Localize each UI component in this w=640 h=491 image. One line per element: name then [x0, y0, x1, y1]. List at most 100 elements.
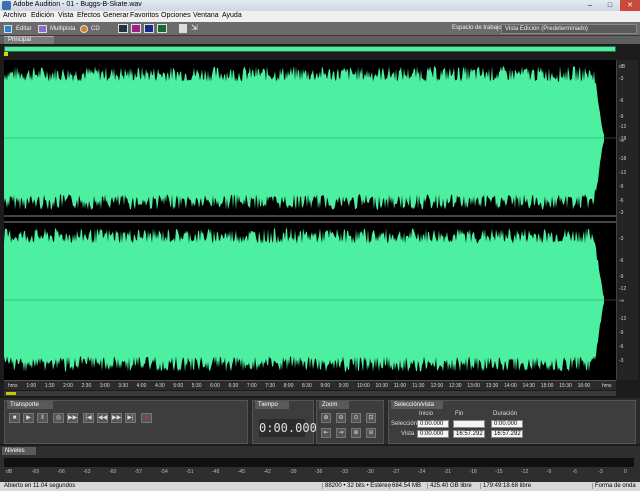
- timeline-tick-label: 8:30: [302, 383, 312, 389]
- level-scale-label: -15: [495, 469, 503, 475]
- menu-edicion[interactable]: Edición: [31, 12, 54, 19]
- selection-view-panel: Selección/vista Inicio Fin Duración Sele…: [388, 400, 636, 444]
- pause-button[interactable]: ‖: [37, 413, 48, 423]
- play-button[interactable]: ▶: [23, 413, 34, 423]
- level-scale-label: -3: [598, 469, 603, 475]
- go-to-end-button[interactable]: ▶|: [125, 413, 136, 423]
- menu-opciones[interactable]: Opciones: [161, 12, 191, 19]
- timeline-tick-label: 7:00: [246, 383, 257, 389]
- level-scale-label: -18: [469, 469, 477, 475]
- play-to-end-button[interactable]: ▶▶: [67, 413, 78, 423]
- timeline-tick-label: 7:30: [265, 383, 275, 389]
- row-view-label: Vista: [401, 431, 415, 437]
- level-meter: [4, 458, 634, 467]
- tab-principal[interactable]: Principal: [4, 36, 54, 44]
- zoom-to-right-edge-icon[interactable]: ⇥: [336, 428, 346, 438]
- app-icon: [2, 1, 11, 10]
- horizontal-scrollbar[interactable]: [4, 391, 616, 396]
- col-start-label: Inicio: [419, 411, 434, 417]
- db-tick: -9: [619, 184, 624, 190]
- menu-generar[interactable]: Generar: [103, 12, 129, 19]
- zoom-in-vertical-icon[interactable]: ⊕: [351, 428, 361, 438]
- zoom-to-left-edge-icon[interactable]: ⇤: [321, 428, 331, 438]
- menu-vista[interactable]: Vista: [58, 12, 73, 19]
- menu-archivo[interactable]: Archivo: [3, 12, 26, 19]
- menu-ayuda[interactable]: Ayuda: [222, 12, 242, 19]
- tab-levels[interactable]: Niveles: [2, 447, 36, 455]
- menu-efectos[interactable]: Efectos: [77, 12, 100, 19]
- status-bar: Abierto en 11.04 segundos 88200 • 32 bit…: [0, 482, 640, 491]
- timeline-tick-label: hms: [602, 383, 612, 389]
- zoom-out-vertical-icon[interactable]: ⊖: [366, 428, 376, 438]
- record-button[interactable]: ●: [141, 413, 152, 423]
- timeline-tick-label: 8:00: [283, 383, 294, 389]
- menu-bar: Archivo Edición Vista Efectos Generar Fa…: [0, 11, 640, 22]
- status-format: 88200 • 32 bits • Estéreo: [322, 483, 391, 489]
- transport-panel: Transporte ■ ▶ ‖ ◎ ▶▶ |◀ ◀◀ ▶▶ ▶| ●: [4, 400, 248, 444]
- phase-view-icon[interactable]: [157, 24, 167, 33]
- multitrack-view-button[interactable]: Multipista: [50, 24, 75, 34]
- selection-end-field[interactable]: [453, 420, 485, 428]
- hybrid-tool-icon[interactable]: ⇲: [191, 24, 201, 33]
- timeline-tick-label: 2:30: [81, 383, 92, 389]
- tab-transport[interactable]: Transporte: [7, 401, 53, 409]
- level-scale-label: -57: [134, 469, 142, 475]
- timeline-ruler[interactable]: hms 1:00 1:30 2:00 2:30 3:00 3:30 4:00 4:30 5:00 5…: [4, 380, 616, 390]
- scrollbar-thumb[interactable]: [6, 392, 16, 395]
- maximize-button[interactable]: □: [600, 0, 620, 11]
- db-tick: -9: [619, 114, 624, 120]
- timeline-tick-label: 14:30: [522, 383, 536, 389]
- zoom-full-icon[interactable]: ⊙: [351, 413, 361, 423]
- zoom-out-horizontal-icon[interactable]: ⊖: [336, 413, 346, 423]
- timeline-tick-label: 5:00: [173, 383, 184, 389]
- tab-zoom[interactable]: Zoom: [319, 401, 349, 409]
- timeline-tick-label: 11:30: [412, 383, 425, 389]
- stop-button[interactable]: ■: [9, 413, 20, 423]
- timeline-tick-label: 12:30: [449, 383, 462, 389]
- go-to-start-button[interactable]: |◀: [83, 413, 94, 423]
- waveform-view-icon[interactable]: [118, 24, 128, 33]
- level-scale-label: -6: [572, 469, 577, 475]
- db-tick: -12: [619, 170, 627, 176]
- play-from-cursor-button[interactable]: ◎: [53, 413, 64, 423]
- time-readout: 0:00.000: [259, 419, 317, 437]
- timeline-tick-label: 3:00: [99, 383, 110, 389]
- menu-ventana[interactable]: Ventana: [193, 12, 219, 19]
- timeline-tick-label: 2:00: [63, 383, 73, 389]
- timeline-tick-label: 15:30: [559, 383, 572, 389]
- view-end-field[interactable]: 16:57.292: [453, 430, 485, 438]
- zoom-in-horizontal-icon[interactable]: ⊕: [321, 413, 331, 423]
- edit-view-button[interactable]: Editar: [16, 24, 32, 34]
- cd-view-button[interactable]: CD: [91, 24, 100, 34]
- zoom-selection-icon[interactable]: ⊡: [366, 413, 376, 423]
- workspace-label: Espacio de trabajo:: [452, 25, 504, 31]
- workspace-select[interactable]: Vista Edición (Predeterminado): [501, 24, 637, 34]
- close-button[interactable]: ✕: [620, 0, 640, 11]
- rewind-button[interactable]: ◀◀: [97, 413, 108, 423]
- db-tick: -3: [619, 76, 624, 82]
- spectral-view-icon[interactable]: [131, 24, 141, 33]
- db-tick: -∞: [619, 138, 625, 144]
- tab-time[interactable]: Tiempo: [255, 401, 289, 409]
- view-duration-field[interactable]: 16:57.292: [491, 430, 523, 438]
- status-free-space: 425.40 GB libre: [427, 483, 472, 489]
- timeline-tick-label: 1:30: [44, 383, 55, 389]
- selection-start-field[interactable]: 0:00.000: [417, 420, 449, 428]
- selection-duration-field[interactable]: 0:00.000: [491, 420, 523, 428]
- status-size: 684.54 MB: [389, 483, 421, 489]
- db-tick: -3: [619, 358, 624, 364]
- minimize-button[interactable]: –: [580, 0, 600, 11]
- col-duration-label: Duración: [493, 411, 518, 417]
- fast-forward-button[interactable]: ▶▶: [111, 413, 122, 423]
- overview-bar[interactable]: [4, 46, 616, 52]
- level-scale-label: -48: [212, 469, 220, 475]
- tab-selection-view[interactable]: Selección/vista: [391, 401, 443, 409]
- pan-view-icon[interactable]: [144, 24, 154, 33]
- status-view: Forma de onda: [592, 483, 636, 489]
- timeline-tick-label: 15:00: [540, 383, 554, 389]
- time-selection-tool-icon[interactable]: [179, 24, 187, 33]
- menu-favoritos[interactable]: Favoritos: [130, 12, 159, 19]
- level-scale-label: -69: [31, 469, 39, 475]
- view-start-field[interactable]: 0:00.000: [417, 430, 449, 438]
- waveform-display[interactable]: [4, 60, 616, 380]
